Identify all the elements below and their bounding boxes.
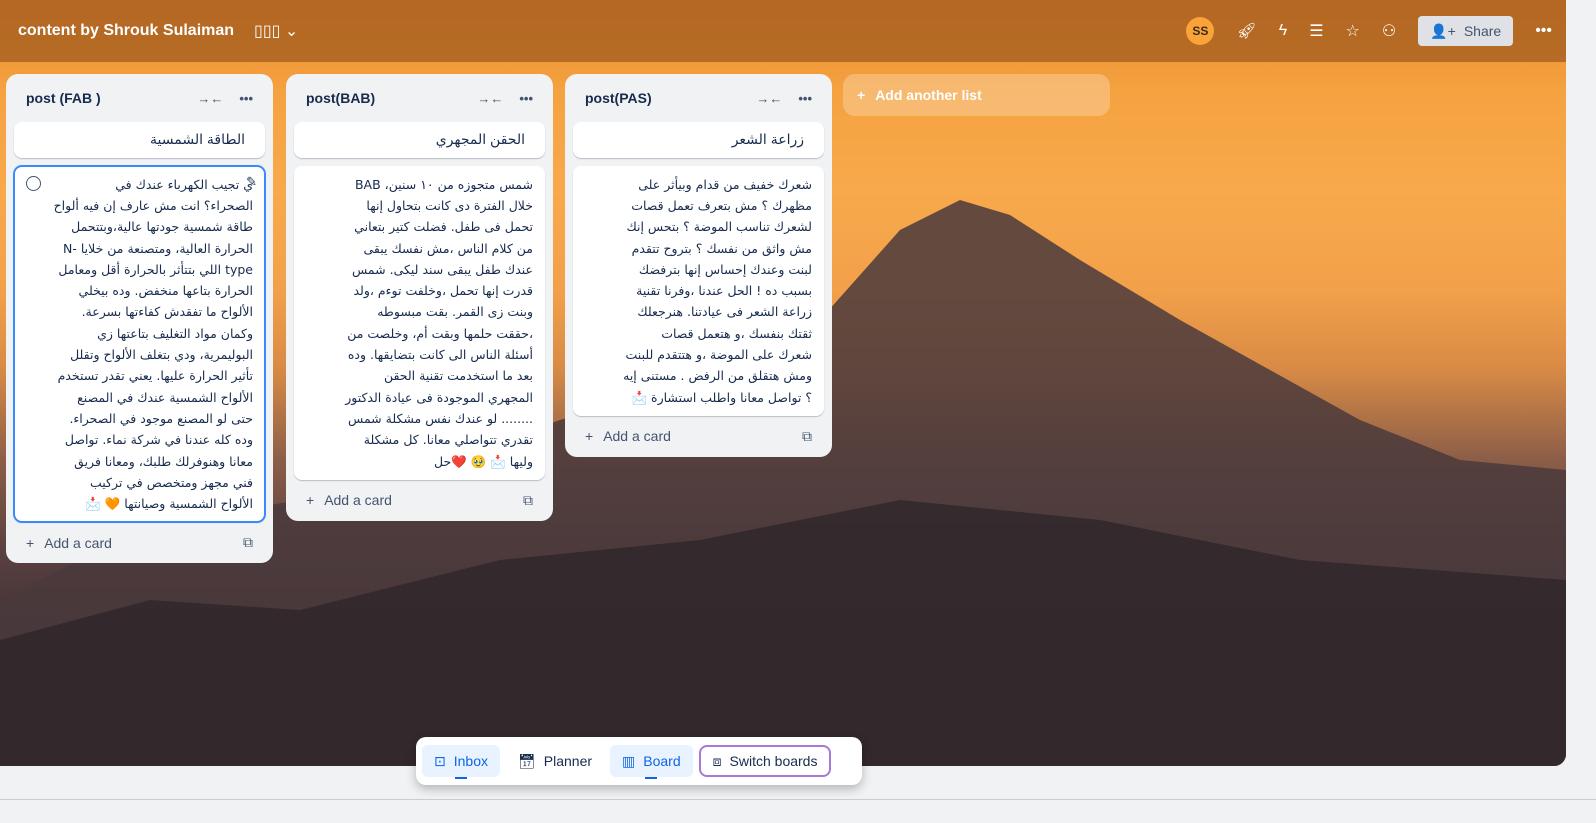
plus-icon: + xyxy=(26,534,35,551)
board-label: Board xyxy=(643,753,681,769)
add-card-button[interactable]: + Add a card xyxy=(306,492,392,508)
bottom-dock: ⊡ Inbox 📅︎ Planner ▥ Board ⧈ Switch boards xyxy=(416,737,862,785)
share-label: Share xyxy=(1463,23,1502,39)
card[interactable]: ✎ ي تجيب الكهرباء عندك في الصحراء؟ انت مش… xyxy=(13,164,266,524)
switch-boards-icon: ⧈ xyxy=(712,752,722,769)
plus-icon: + xyxy=(857,87,866,103)
board-button[interactable]: ▥ Board xyxy=(610,745,693,779)
board-icon: ▥ xyxy=(622,752,636,769)
plus-icon: + xyxy=(585,428,594,445)
card-body: شعرك خفيف من قدام وبيأثر على مظهرك ؟ مش … xyxy=(623,176,812,405)
list-menu-icon[interactable]: ••• xyxy=(239,91,253,106)
inbox-label: Inbox xyxy=(453,753,488,769)
add-user-icon: 👤+ xyxy=(1430,22,1456,39)
list-title[interactable]: post(BAB) xyxy=(306,90,375,106)
complete-checkbox[interactable] xyxy=(26,175,41,191)
add-card-button[interactable]: + Add a card xyxy=(26,535,112,551)
planner-button[interactable]: 📅︎ Planner xyxy=(506,745,604,777)
card-title: الحقن المجهري xyxy=(435,131,525,147)
bottom-bar xyxy=(0,799,1596,823)
list-menu-icon[interactable]: ••• xyxy=(519,91,533,106)
board-canvas: content by Shrouk Sulaiman ▯▯▯ ⌄ SS 🚀︎ ϟ… xyxy=(0,0,1566,766)
card-body: شمس متجوزه من ١٠ سنين، BAB خلال الفترة د… xyxy=(345,176,533,469)
inbox-icon: ⊡ xyxy=(434,752,446,769)
list-fab: post (FAB ) →← ••• الطاقة الشمسية ✎ ي تجيب … xyxy=(6,74,273,564)
card-body: ي تجيب الكهرباء عندك في الصحراء؟ انت مش … xyxy=(53,176,253,512)
card[interactable]: زراعة الشعر xyxy=(573,122,824,158)
card-title: زراعة الشعر xyxy=(731,131,804,147)
collapse-icon[interactable]: →← xyxy=(756,91,782,106)
list-title[interactable]: post(PAS) xyxy=(585,90,652,106)
visibility-icon[interactable]: ⚇ xyxy=(1382,21,1396,41)
add-card-label: Add a card xyxy=(44,534,112,551)
card-title: الطاقة الشمسية xyxy=(150,131,245,147)
add-card-label: Add a card xyxy=(603,428,671,445)
star-icon[interactable]: ☆ xyxy=(1346,21,1360,41)
list-bab: post(BAB) →← ••• الحقن المجهري شمس متجوزه … xyxy=(286,74,553,521)
switch-boards-button[interactable]: ⧈ Switch boards xyxy=(698,745,832,777)
board-header: content by Shrouk Sulaiman ▯▯▯ ⌄ SS 🚀︎ ϟ… xyxy=(0,0,1566,62)
edit-icon[interactable]: ✎ xyxy=(246,172,257,192)
list-title[interactable]: post (FAB ) xyxy=(26,90,101,106)
automation-bolt-icon[interactable]: ϟ xyxy=(1279,22,1287,40)
collapse-icon[interactable]: →← xyxy=(477,91,503,106)
avatar-initials: SS xyxy=(1192,24,1209,38)
add-card-button[interactable]: + Add a card xyxy=(585,428,671,444)
board-view-icon[interactable]: ▯▯▯ ⌄ xyxy=(254,21,298,41)
card[interactable]: الحقن المجهري xyxy=(294,122,545,158)
template-icon[interactable]: ⧉ xyxy=(243,534,253,551)
list-menu-icon[interactable]: ••• xyxy=(798,91,812,106)
card[interactable]: الطاقة الشمسية xyxy=(14,122,265,158)
inbox-button[interactable]: ⊡ Inbox xyxy=(422,745,500,779)
calendar-icon: 📅︎ xyxy=(517,752,536,769)
collapse-icon[interactable]: →← xyxy=(197,91,223,106)
add-list-label: Add another list xyxy=(875,87,982,103)
switch-boards-label: Switch boards xyxy=(729,753,818,769)
power-ups-rocket-icon[interactable]: 🚀︎ xyxy=(1236,21,1256,41)
template-icon[interactable]: ⧉ xyxy=(802,428,812,445)
planner-label: Planner xyxy=(543,753,593,769)
card[interactable]: شمس متجوزه من ١٠ سنين، BAB خلال الفترة د… xyxy=(294,165,545,480)
add-card-label: Add a card xyxy=(324,492,392,509)
add-list-button[interactable]: + Add another list xyxy=(843,74,1110,116)
more-menu-icon[interactable]: ••• xyxy=(1535,22,1552,40)
share-button[interactable]: 👤+ Share xyxy=(1418,16,1514,46)
template-icon[interactable]: ⧉ xyxy=(523,492,533,509)
plus-icon: + xyxy=(306,492,315,509)
card[interactable]: شعرك خفيف من قدام وبيأثر على مظهرك ؟ مش … xyxy=(573,165,824,416)
filter-icon[interactable]: ☰ xyxy=(1309,21,1323,41)
board-title[interactable]: content by Shrouk Sulaiman xyxy=(18,22,234,40)
list-pas: post(PAS) →← ••• زراعة الشعر شعرك خفيف من … xyxy=(565,74,832,457)
avatar[interactable]: SS xyxy=(1186,17,1215,45)
